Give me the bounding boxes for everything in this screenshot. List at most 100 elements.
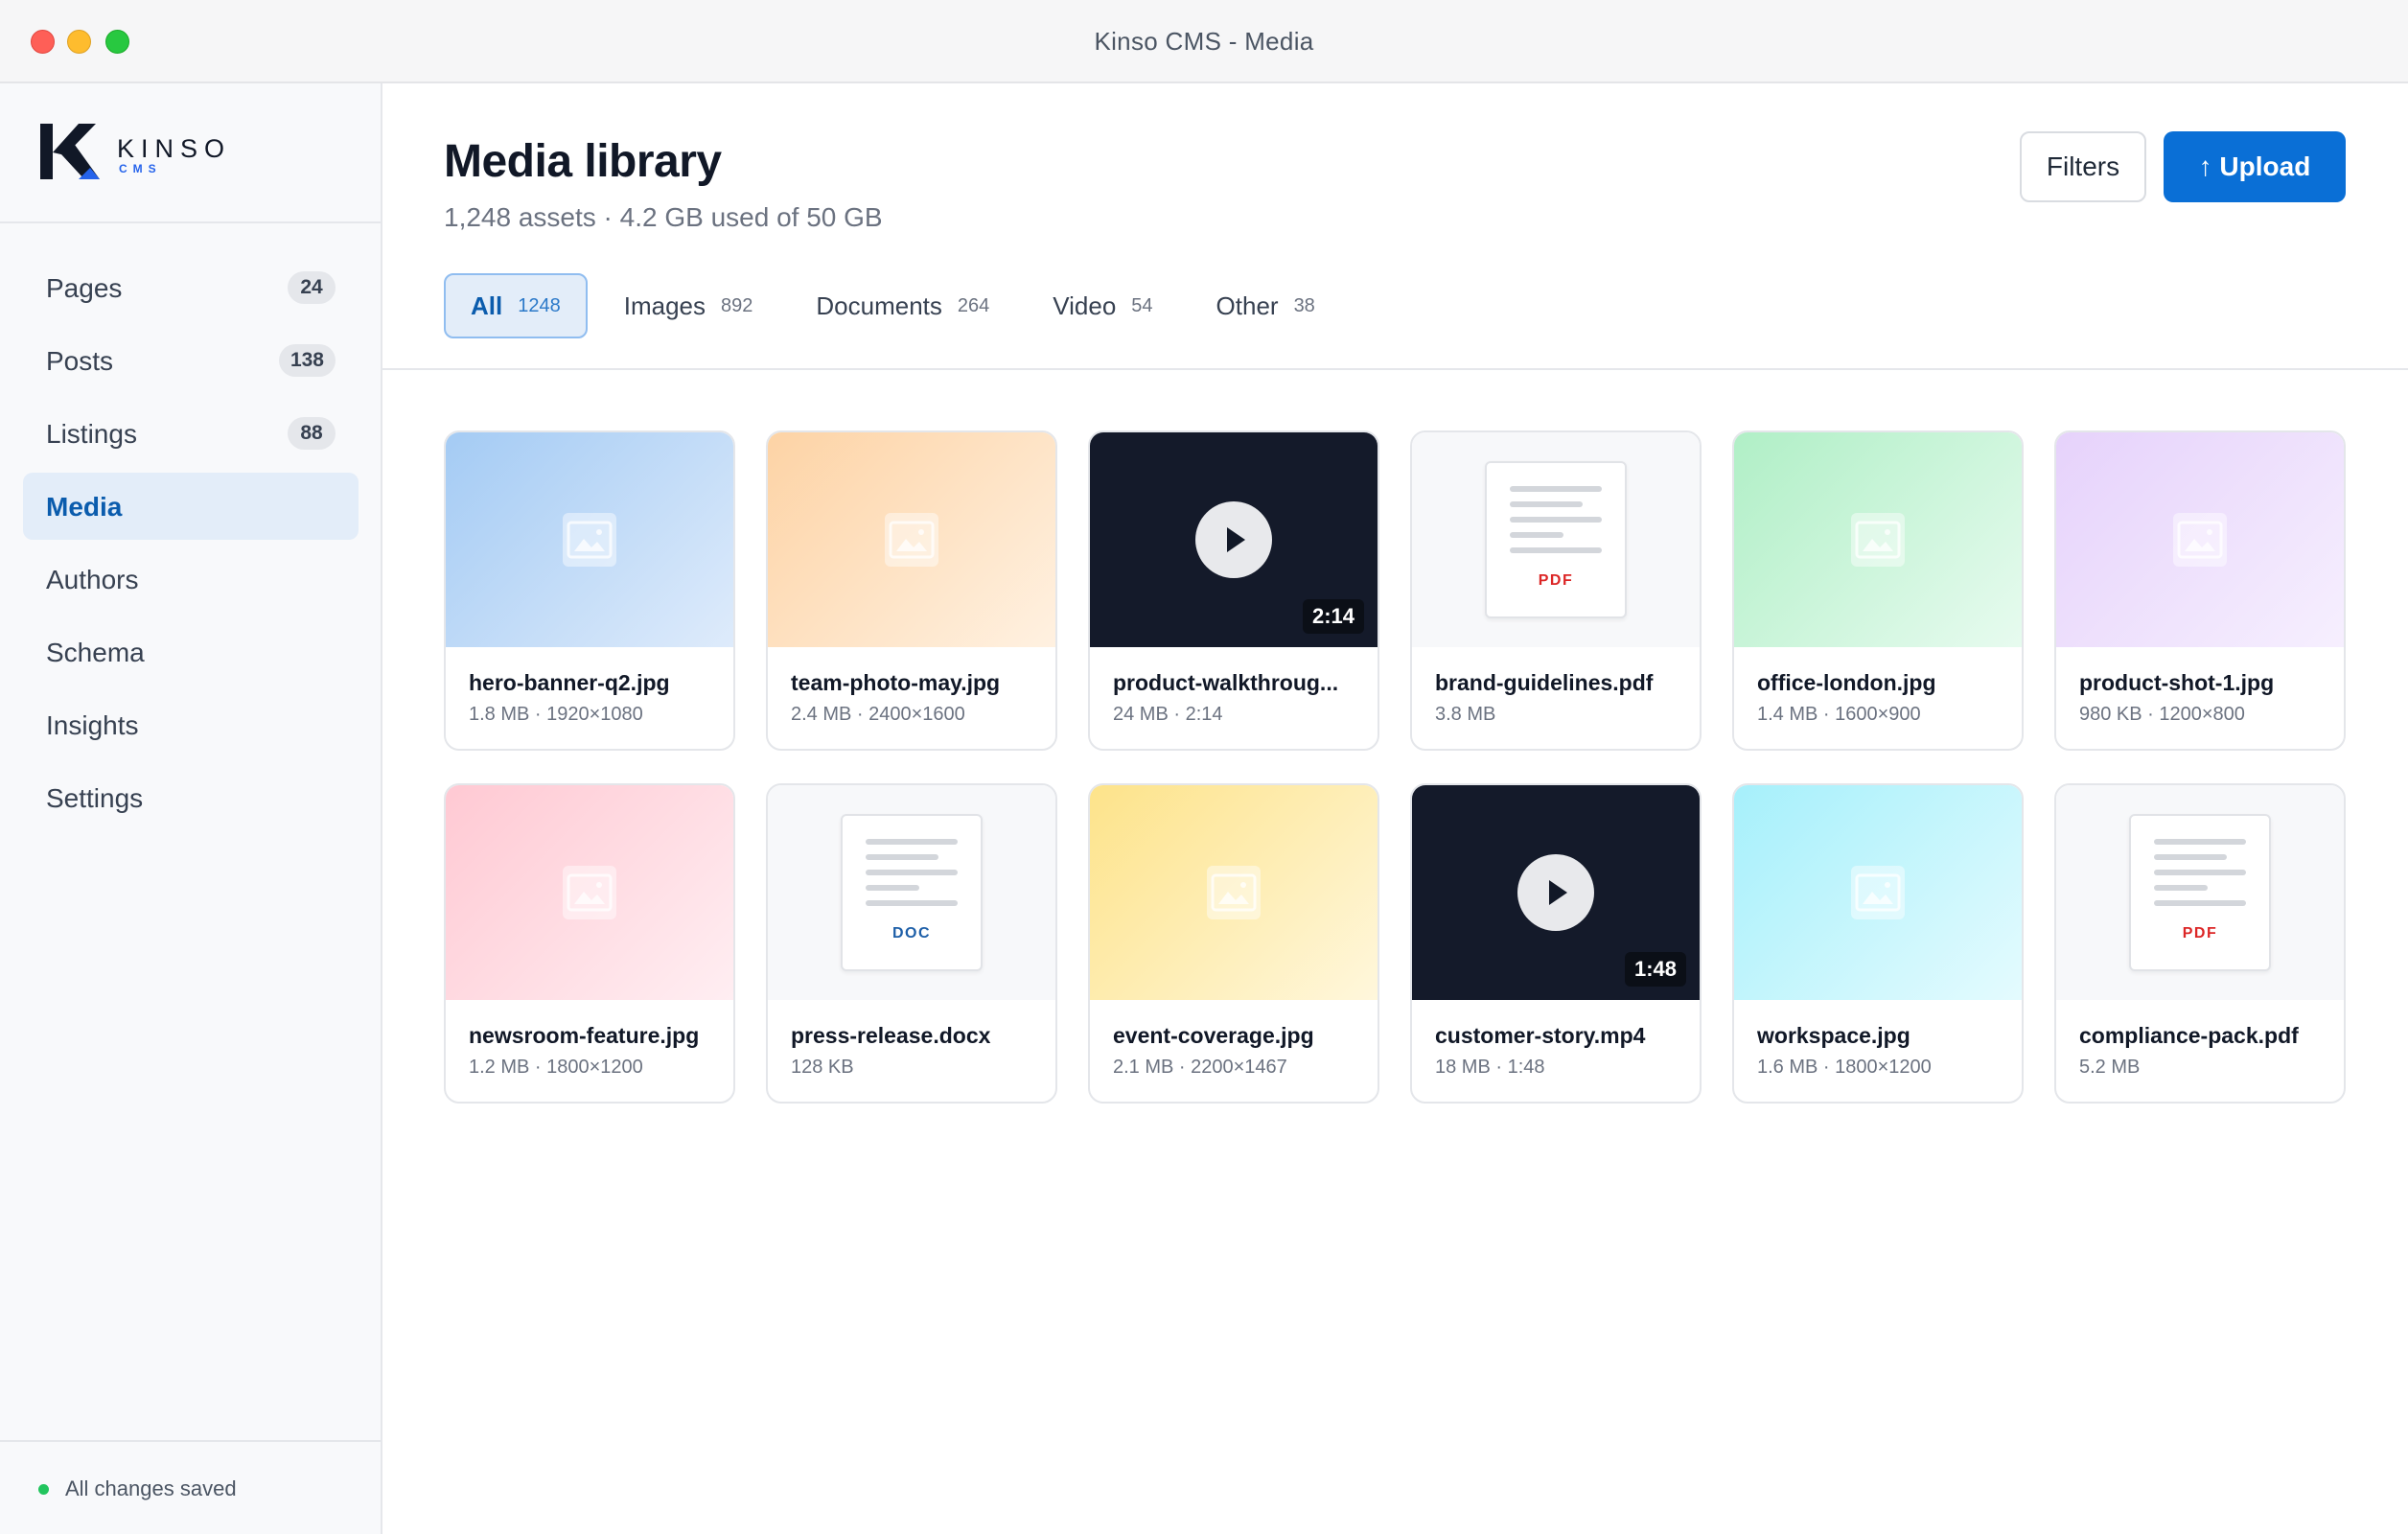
image-icon (563, 513, 616, 567)
doc-line (2154, 870, 2246, 875)
media-card[interactable]: PDF compliance-pack.pdf 5.2 MB (2054, 783, 2346, 1104)
doc-line (2154, 839, 2246, 845)
sidebar-item-authors[interactable]: Authors (23, 546, 359, 613)
doc-line (1510, 486, 1602, 492)
file-name: compliance-pack.pdf (2079, 1023, 2299, 1048)
sidebar-item-label: Pages (46, 273, 123, 303)
media-card[interactable]: 2:14 product-walkthroug... 24 MB · 2:14 (1088, 430, 1379, 751)
file-meta: 1.2 MB · 1800×1200 (469, 1057, 643, 1078)
file-meta: 2.4 MB · 2400×1600 (791, 704, 965, 725)
media-card[interactable]: team-photo-may.jpg 2.4 MB · 2400×1600 (766, 430, 1057, 751)
sidebar-item-label: Schema (46, 638, 145, 667)
sidebar-item-label: Media (46, 492, 123, 522)
status-dot-icon (38, 1484, 49, 1495)
media-card[interactable]: event-coverage.jpg 2.1 MB · 2200×1467 (1088, 783, 1379, 1104)
doc-line (2154, 900, 2246, 906)
sidebar-item-posts[interactable]: Posts 138 (23, 327, 359, 394)
sidebar-item-label: Listings (46, 419, 137, 449)
tab-video[interactable]: Video 54 (1026, 273, 1179, 338)
sidebar-item-label: Settings (46, 783, 144, 813)
count-badge: 24 (288, 271, 336, 304)
play-icon[interactable] (1517, 854, 1594, 931)
media-card[interactable]: DOC press-release.docx 128 KB (766, 783, 1057, 1104)
file-meta: 3.8 MB (1435, 704, 1496, 725)
brand-name: KINSO (117, 134, 232, 163)
sidebar-item-settings[interactable]: Settings (23, 764, 359, 831)
save-status: All changes saved (0, 1440, 381, 1534)
file-meta: 1.6 MB · 1800×1200 (1757, 1057, 1932, 1078)
sidebar-nav: Pages 24 Posts 138 Listings 88 Media Authors Sch… (23, 254, 359, 837)
doc-type-label: DOC (891, 925, 932, 941)
image-icon (1851, 866, 1905, 919)
sidebar-item-listings[interactable]: Listings 88 (23, 400, 359, 467)
tab-images[interactable]: Images 892 (597, 273, 780, 338)
doc-line (2154, 854, 2227, 860)
count-badge: 88 (288, 417, 336, 450)
brand: KINSO CMS (0, 83, 381, 223)
kinso-logo-icon (40, 124, 100, 179)
image-icon (563, 866, 616, 919)
tab-count: 1248 (518, 294, 561, 316)
file-meta: 24 MB · 2:14 (1113, 704, 1223, 725)
file-name: customer-story.mp4 (1435, 1023, 1646, 1048)
doc-line (866, 854, 938, 860)
tab-label: Documents (816, 291, 942, 320)
main-content: Media library 1,248 assets · 4.2 GB used… (382, 83, 2408, 1534)
status-text: All changes saved (65, 1476, 237, 1500)
tab-count: 38 (1293, 294, 1315, 316)
filters-button[interactable]: Filters (2020, 131, 2146, 202)
media-thumbnail (446, 785, 733, 1000)
document-icon: PDF (1485, 461, 1627, 618)
sidebar-item-label: Insights (46, 710, 139, 740)
sidebar: KINSO CMS Pages 24 Posts 138 Listings 88 Media… (0, 83, 382, 1534)
file-meta: 1.8 MB · 1920×1080 (469, 704, 643, 725)
image-icon (2173, 513, 2227, 567)
app-window: Kinso CMS - Media KINSO CMS Pages 24 Posts… (0, 0, 2408, 1534)
tab-count: 264 (957, 294, 990, 316)
media-card[interactable]: 1:48 customer-story.mp4 18 MB · 1:48 (1410, 783, 1702, 1104)
media-thumbnail: DOC (768, 785, 1055, 1000)
file-meta: 5.2 MB (2079, 1057, 2141, 1078)
media-thumbnail: 1:48 (1412, 785, 1700, 1000)
tab-other[interactable]: Other 38 (1190, 273, 1342, 338)
media-card[interactable]: workspace.jpg 1.6 MB · 1800×1200 (1732, 783, 2024, 1104)
image-icon (1207, 866, 1261, 919)
media-card[interactable]: office-london.jpg 1.4 MB · 1600×900 (1732, 430, 2024, 751)
file-name: brand-guidelines.pdf (1435, 670, 1654, 695)
sidebar-item-insights[interactable]: Insights (23, 691, 359, 758)
image-icon (1851, 513, 1905, 567)
doc-line (866, 839, 958, 845)
media-card[interactable]: PDF brand-guidelines.pdf 3.8 MB (1410, 430, 1702, 751)
tab-documents[interactable]: Documents 264 (789, 273, 1016, 338)
sidebar-item-label: Authors (46, 565, 139, 594)
media-card[interactable]: newsroom-feature.jpg 1.2 MB · 1800×1200 (444, 783, 735, 1104)
title-bar: Kinso CMS - Media (0, 0, 2408, 83)
file-meta: 2.1 MB · 2200×1467 (1113, 1057, 1287, 1078)
tab-label: Other (1216, 291, 1279, 320)
count-badge: 138 (278, 344, 336, 377)
doc-line (2154, 885, 2208, 891)
sidebar-item-schema[interactable]: Schema (23, 618, 359, 686)
doc-line (1510, 517, 1602, 523)
file-meta: 1.4 MB · 1600×900 (1757, 704, 1921, 725)
window-title: Kinso CMS - Media (1094, 27, 1314, 56)
tab-label: Video (1053, 291, 1117, 320)
doc-type-label: PDF (2182, 925, 2218, 941)
file-name: hero-banner-q2.jpg (469, 670, 670, 695)
page-subtitle: 1,248 assets · 4.2 GB used of 50 GB (444, 202, 883, 232)
upload-button[interactable]: ↑ Upload (2164, 131, 2346, 202)
media-card[interactable]: hero-banner-q2.jpg 1.8 MB · 1920×1080 (444, 430, 735, 751)
tab-all[interactable]: All 1248 (444, 273, 588, 338)
tab-label: Images (623, 291, 706, 320)
document-icon: PDF (2129, 814, 2271, 971)
file-name: event-coverage.jpg (1113, 1023, 1314, 1048)
media-thumbnail (1090, 785, 1378, 1000)
play-icon[interactable] (1195, 501, 1272, 578)
sidebar-item-pages[interactable]: Pages 24 (23, 254, 359, 321)
tab-count: 54 (1131, 294, 1153, 316)
filter-tabs: All 1248 Images 892 Documents 264 Video 54 Other… (444, 273, 1352, 340)
sidebar-item-media[interactable]: Media (23, 473, 359, 540)
media-card[interactable]: product-shot-1.jpg 980 KB · 1200×800 (2054, 430, 2346, 751)
doc-line (866, 885, 919, 891)
file-name: product-shot-1.jpg (2079, 670, 2275, 695)
